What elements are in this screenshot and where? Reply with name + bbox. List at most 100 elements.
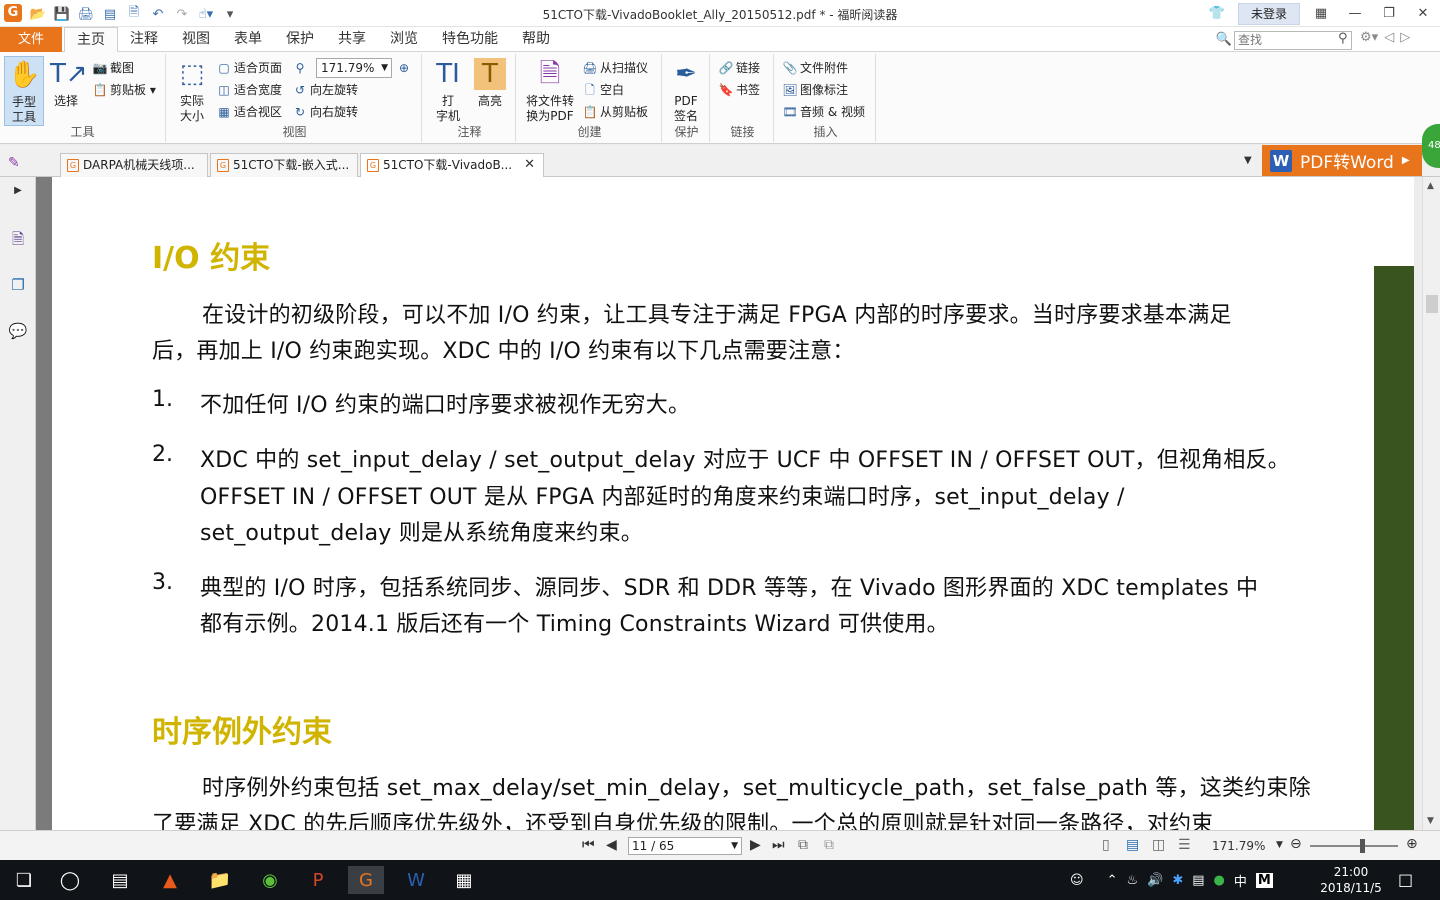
image-annotation-button[interactable]: 🖼 图像标注 bbox=[782, 80, 848, 100]
print-icon[interactable]: 🖨 bbox=[76, 4, 96, 24]
app-logo-icon[interactable]: G bbox=[4, 4, 22, 22]
hand-dropdown-icon[interactable]: ☝▾ bbox=[196, 4, 216, 24]
show-hidden-icons[interactable]: ⌃ bbox=[1107, 873, 1118, 888]
typewriter-button[interactable]: T​I 打 字机 bbox=[428, 56, 468, 126]
browser-icon[interactable]: ◉ bbox=[252, 866, 288, 894]
tab-comment[interactable]: 注释 bbox=[118, 27, 170, 52]
task-view-icon[interactable]: ▤ bbox=[102, 866, 138, 894]
restore-button[interactable]: ❐ bbox=[1372, 2, 1406, 26]
expand-pane-icon[interactable]: ▶ bbox=[8, 181, 28, 201]
last-page-icon[interactable]: ⏭ bbox=[772, 837, 785, 853]
search-icon[interactable]: ⚲ bbox=[1338, 31, 1348, 46]
file-attachment-button[interactable]: 📎 文件附件 bbox=[782, 58, 849, 78]
convert-to-pdf-button[interactable]: 🗎 将文件转 换为PDF bbox=[522, 56, 578, 126]
highlight-button[interactable]: T 高亮 bbox=[470, 56, 510, 126]
tab-home[interactable]: 主页 bbox=[64, 27, 118, 53]
screenshot-button[interactable]: 📷 截图 bbox=[92, 58, 135, 78]
first-page-icon[interactable]: ⏮ bbox=[582, 837, 595, 853]
next-arrow-icon[interactable]: ▷ bbox=[1400, 30, 1410, 45]
close-tab-icon[interactable]: ✕ bbox=[524, 154, 535, 176]
fit-view-button[interactable]: ▦ 适合视区 bbox=[216, 102, 282, 122]
save-icon[interactable]: 💾 bbox=[52, 4, 72, 24]
link-button[interactable]: 🔗 链接 bbox=[718, 58, 761, 78]
doc-tab-3[interactable]: G 51CTO下载-VivadoB... ✕ bbox=[360, 153, 544, 177]
facing-page-icon[interactable]: ◫ bbox=[1152, 837, 1165, 853]
rotate-left-button[interactable]: ↺ 向左旋转 bbox=[292, 80, 358, 100]
prev-arrow-icon[interactable]: ◁ bbox=[1384, 30, 1394, 45]
tab-form[interactable]: 表单 bbox=[222, 27, 274, 52]
open-folder-icon[interactable]: 📂 bbox=[28, 4, 48, 24]
scroll-thumb[interactable] bbox=[1426, 295, 1438, 313]
people-icon[interactable]: ☺ bbox=[1070, 873, 1084, 888]
next-page-icon[interactable]: ▶ bbox=[750, 837, 761, 853]
notification-badge[interactable]: 48 bbox=[1422, 124, 1440, 168]
blank-page-button[interactable]: 🗋 空白 bbox=[582, 80, 624, 100]
zoom-slider[interactable] bbox=[1310, 839, 1398, 853]
close-button[interactable]: ✕ bbox=[1406, 2, 1440, 26]
tab-view[interactable]: 视图 bbox=[170, 27, 222, 52]
file-explorer-icon[interactable]: 📁 bbox=[202, 866, 238, 894]
security-icon[interactable]: ● bbox=[1214, 873, 1225, 888]
notification-bell-icon[interactable]: ♨ bbox=[1126, 873, 1138, 888]
tab-list-dropdown-icon[interactable]: ▼ bbox=[1244, 155, 1252, 166]
tab-features[interactable]: 特色功能 bbox=[430, 27, 510, 52]
zoom-slider-knob[interactable] bbox=[1360, 839, 1365, 853]
previous-page-icon[interactable]: ◀ bbox=[606, 837, 617, 853]
customize-qat-icon[interactable]: ▾ bbox=[220, 4, 240, 24]
login-button[interactable]: 未登录 bbox=[1238, 2, 1300, 25]
pdf-sign-button[interactable]: ✒ PDF 签名 bbox=[666, 56, 706, 126]
zoom-in-icon[interactable]: ⊕ bbox=[396, 58, 414, 78]
word-taskbar-icon[interactable]: W bbox=[398, 866, 434, 894]
comments-panel-icon[interactable]: 💬 bbox=[8, 321, 28, 341]
rotate-right-button[interactable]: ↻ 向右旋转 bbox=[292, 102, 358, 122]
bookmark-button[interactable]: 🔖 书签 bbox=[718, 80, 761, 100]
ime-indicator[interactable]: 中 bbox=[1234, 871, 1247, 890]
system-clock[interactable]: 21:00 2018/11/5 bbox=[1318, 864, 1384, 896]
zoom-select[interactable]: 171.79% ▼ bbox=[316, 58, 392, 78]
scroll-down-icon[interactable]: ▼ bbox=[1427, 816, 1434, 826]
vertical-scrollbar[interactable]: ▲ ▼ bbox=[1422, 177, 1440, 830]
calculator-icon[interactable]: ▦ bbox=[446, 866, 482, 894]
properties-icon[interactable]: ▤ bbox=[100, 4, 120, 24]
zoom-out-icon[interactable]: ⊖ bbox=[1290, 836, 1302, 852]
hand-tool-button[interactable]: ✋ 手型 工具 bbox=[4, 56, 44, 126]
tab-browse[interactable]: 浏览 bbox=[378, 27, 430, 52]
windows-start-icon[interactable]: ❏ bbox=[6, 866, 42, 894]
actual-size-button[interactable]: ⬚ 实际 大小 bbox=[172, 56, 212, 126]
network-icon[interactable]: ▤ bbox=[1192, 873, 1204, 888]
powerpoint-icon[interactable]: P bbox=[300, 866, 336, 894]
file-menu[interactable]: 文件 bbox=[0, 27, 62, 52]
next-view-icon[interactable]: ⧉ bbox=[824, 837, 834, 853]
foxit-reader-taskbar-icon[interactable]: G bbox=[348, 866, 384, 894]
start-page-icon[interactable]: ✎ bbox=[8, 155, 20, 171]
new-doc-icon[interactable]: 🗎 bbox=[124, 4, 144, 24]
select-tool-button[interactable]: T↗ 选择 bbox=[46, 56, 88, 126]
bookmarks-panel-icon[interactable]: 🗎 bbox=[8, 229, 28, 249]
action-center-icon[interactable]: □ bbox=[1398, 870, 1413, 889]
settings-gear-icon[interactable]: ⚙▾ bbox=[1360, 30, 1378, 45]
apps-grid-icon[interactable]: ▦ bbox=[1304, 2, 1338, 26]
fit-page-button[interactable]: ▢ 适合页面 bbox=[216, 58, 282, 78]
skin-icon[interactable]: 👕 bbox=[1200, 2, 1234, 26]
minimize-button[interactable]: — bbox=[1338, 2, 1372, 26]
ime-mode-indicator[interactable]: M bbox=[1255, 872, 1273, 888]
audio-video-button[interactable]: 🎞 音频 & 视频 bbox=[782, 102, 865, 122]
tab-share[interactable]: 共享 bbox=[326, 27, 378, 52]
zoom-out-icon[interactable]: ⚲ bbox=[292, 58, 310, 78]
clipboard-button[interactable]: 📋 剪贴板 ▾ bbox=[92, 80, 156, 100]
continuous-page-icon[interactable]: ▤ bbox=[1126, 837, 1139, 853]
from-scanner-button[interactable]: 🖨 从扫描仪 bbox=[582, 58, 648, 78]
tab-help[interactable]: 帮助 bbox=[510, 27, 562, 52]
undo-icon[interactable]: ↶ bbox=[148, 4, 168, 24]
fit-width-button[interactable]: ◫ 适合宽度 bbox=[216, 80, 282, 100]
tab-protect[interactable]: 保护 bbox=[274, 27, 326, 52]
from-clipboard-button[interactable]: 📋 从剪贴板 bbox=[582, 102, 649, 122]
zoom-in-icon[interactable]: ⊕ bbox=[1406, 836, 1418, 852]
bluetooth-icon[interactable]: ✱ bbox=[1172, 873, 1183, 888]
search-options-icon[interactable]: 🔍 bbox=[1214, 30, 1234, 50]
pdf-to-word-button[interactable]: W PDF转Word ▶ bbox=[1262, 145, 1422, 176]
doc-tab-2[interactable]: G 51CTO下载-嵌入式... bbox=[210, 153, 358, 177]
search-input[interactable] bbox=[1234, 30, 1352, 50]
redo-icon[interactable]: ↷ bbox=[172, 4, 192, 24]
doc-tab-1[interactable]: G DARPA机械天线项... bbox=[60, 153, 208, 177]
